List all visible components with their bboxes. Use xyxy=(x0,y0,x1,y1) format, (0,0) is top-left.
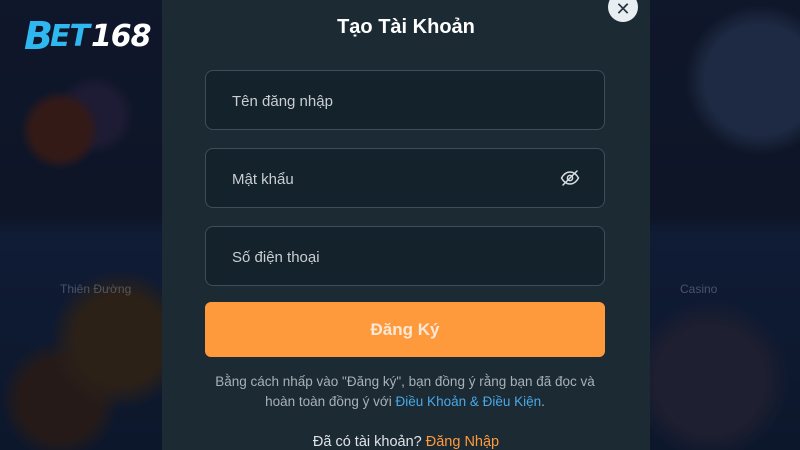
register-button[interactable]: Đăng Ký xyxy=(205,302,605,357)
login-prompt-row: Đã có tài khoản? Đăng Nhập xyxy=(162,434,650,450)
password-input[interactable] xyxy=(230,149,554,209)
brand-logo[interactable]: B ET 168 xyxy=(24,14,152,58)
register-modal: ✕ Tạo Tài Khoản Đăng Ký Bằng cách nhấp v… xyxy=(162,0,650,450)
password-field[interactable] xyxy=(205,148,605,209)
terms-link[interactable]: Điều Khoản & Điều Kiện xyxy=(396,394,542,409)
logo-letters-et: ET xyxy=(49,18,90,54)
login-prompt: Đã có tài khoản? xyxy=(312,434,426,450)
phone-field[interactable] xyxy=(205,226,605,287)
username-field[interactable] xyxy=(205,70,605,131)
eye-slash-icon[interactable] xyxy=(560,169,580,187)
login-link[interactable]: Đăng Nhập xyxy=(426,434,499,450)
phone-input[interactable] xyxy=(230,227,554,287)
bg-card-label-left: Thiên Đường xyxy=(60,282,132,296)
terms-text: Bằng cách nhấp vào "Đăng ký", bạn đồng ý… xyxy=(202,372,608,412)
username-input[interactable] xyxy=(230,71,554,131)
terms-suffix: . xyxy=(541,394,545,409)
bg-card-label-right: Casino xyxy=(680,282,718,296)
logo-number: 168 xyxy=(90,18,152,54)
logo-letter-b: B xyxy=(24,14,53,58)
modal-title: Tạo Tài Khoản xyxy=(337,16,475,38)
